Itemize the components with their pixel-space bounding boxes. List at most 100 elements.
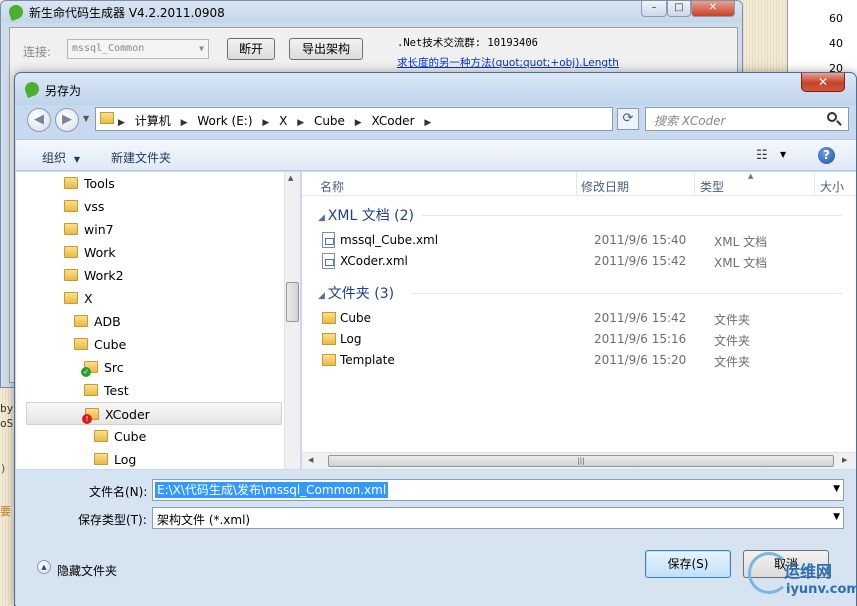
file-row[interactable]: Log 2011/9/6 15:16 文件夹 <box>302 329 842 350</box>
tree-item-label: vss <box>84 199 105 214</box>
refresh-icon[interactable]: ⟳ <box>617 108 639 130</box>
breadcrumb-item[interactable]: X <box>279 114 287 128</box>
hide-folders-link[interactable]: 隐藏文件夹 <box>57 562 117 579</box>
net-group-text: .Net技术交流群: 10193406 <box>397 37 539 49</box>
watermark-text: 运维网 <box>784 562 833 581</box>
filetype-label: 保存类型(T): <box>78 513 147 527</box>
bg-fragment: ) <box>0 462 7 475</box>
disconnect-button[interactable]: 断开 <box>227 38 275 60</box>
help-icon[interactable]: ? <box>818 147 835 164</box>
file-name: Template <box>340 353 395 367</box>
dialog-titlebar[interactable]: 另存为 ✕ <box>15 73 856 105</box>
back-arrow-icon[interactable]: ◀ <box>27 108 51 132</box>
search-icon[interactable] <box>827 112 837 122</box>
connection-select[interactable]: mssql_Common ▼ <box>67 39 209 59</box>
tree-item[interactable]: ADB <box>16 310 282 333</box>
chevron-down-icon[interactable]: ▼ <box>780 150 786 159</box>
forward-arrow-icon[interactable]: ▶ <box>55 108 79 132</box>
column-separator[interactable] <box>694 172 695 196</box>
xml-file-icon <box>322 232 335 248</box>
scroll-left-icon[interactable]: ◀ <box>308 456 313 464</box>
chart-tick: 60 <box>829 12 843 25</box>
length-method-link[interactable]: 求长度的另一种方法(quot;quot;+obj).Length <box>397 55 619 70</box>
tree-item[interactable]: Test <box>16 379 282 402</box>
tree-item-label: win7 <box>84 222 114 237</box>
tree-item[interactable]: Work2 <box>16 264 282 287</box>
search-input[interactable]: 搜索 XCoder <box>645 107 849 131</box>
chevron-down-icon: ▼ <box>833 512 840 522</box>
background-chart-panel: 60 40 20 <box>787 0 857 80</box>
filetype-select[interactable]: 架构文件 (*.xml) ▼ <box>152 507 844 529</box>
scroll-right-icon[interactable]: ▶ <box>842 456 847 464</box>
filename-field[interactable]: E:\X\代码生成\发布\mssql_Common.xml ▼ <box>152 479 844 501</box>
folder-icon <box>84 384 98 396</box>
column-name[interactable]: 名称 <box>320 178 344 195</box>
file-row[interactable]: Cube 2011/9/6 15:42 文件夹 <box>302 308 842 329</box>
file-name: Log <box>340 332 362 346</box>
tree-item-label: Work <box>84 245 116 260</box>
tree-item[interactable]: win7 <box>16 218 282 241</box>
list-horizontal-scrollbar[interactable]: ◀ ||| ▶ <box>302 452 856 469</box>
horizontal-scroll-thumb[interactable]: ||| <box>328 455 834 467</box>
collapse-folders-icon[interactable]: ▲ <box>37 560 51 574</box>
tree-scroll-thumb[interactable] <box>286 282 299 322</box>
folder-icon <box>94 430 108 442</box>
file-type: 文件夹 <box>714 313 751 327</box>
tree-scrollbar[interactable]: ▲ <box>284 172 300 469</box>
organize-menu[interactable]: 组织 ▼ <box>42 149 80 166</box>
file-type: 文件夹 <box>714 355 751 369</box>
tree-item-label: Log <box>114 452 137 467</box>
tree-item[interactable]: ! XCoder <box>26 402 282 425</box>
xml-file-icon <box>322 253 335 269</box>
watermark-url: iyunv.com <box>786 582 857 597</box>
group-header-label: XML 文档 (2) <box>327 208 414 224</box>
connection-value: mssql_Common <box>72 43 145 54</box>
column-separator[interactable] <box>814 172 815 196</box>
group-header[interactable]: ◢ 文件夹 (3) <box>318 283 394 303</box>
column-type[interactable]: 类型 <box>700 178 724 195</box>
tree-item[interactable]: vss <box>16 195 282 218</box>
collapse-arrow-icon: ◢ <box>318 291 328 301</box>
tree-item[interactable]: Work <box>16 241 282 264</box>
tree-item-label: Src <box>104 360 124 375</box>
save-button[interactable]: 保存(S) <box>645 550 731 578</box>
export-schema-button[interactable]: 导出架构 <box>289 38 363 60</box>
error-badge-icon: ! <box>82 414 92 424</box>
breadcrumb-item[interactable]: 计算机 <box>135 114 171 128</box>
maximize-button[interactable]: □ <box>667 1 691 17</box>
column-size[interactable]: 大小 <box>820 178 844 195</box>
view-options-icon[interactable]: ☷ <box>756 148 768 163</box>
bg-fragment: by <box>0 402 14 415</box>
new-folder-button[interactable]: 新建文件夹 <box>111 149 171 166</box>
tree-item[interactable]: Cube <box>16 333 282 356</box>
chevron-down-icon[interactable]: ▼ <box>833 484 840 494</box>
filename-label: 文件名(N): <box>89 485 148 499</box>
folder-icon <box>74 338 88 350</box>
folder-icon <box>322 354 336 366</box>
folder-icon <box>100 112 114 124</box>
tree-item-label: Cube <box>114 429 147 444</box>
chevron-down-icon: ▼ <box>73 155 80 164</box>
breadcrumb-item[interactable]: XCoder <box>372 114 415 128</box>
scroll-up-icon[interactable]: ▲ <box>288 174 293 182</box>
tree-item[interactable]: X <box>16 287 282 310</box>
history-chevron-icon[interactable]: ▼ <box>83 114 89 123</box>
generator-close-button[interactable]: ✕ <box>691 1 735 17</box>
dialog-close-button[interactable]: ✕ <box>801 73 845 92</box>
column-separator[interactable] <box>576 172 577 196</box>
column-modified[interactable]: 修改日期 <box>581 178 629 195</box>
file-row[interactable]: Template 2011/9/6 15:20 文件夹 <box>302 350 842 371</box>
file-row[interactable]: mssql_Cube.xml 2011/9/6 15:40 XML 文档 <box>302 230 842 251</box>
minimize-button[interactable]: – <box>641 1 667 17</box>
tree-item[interactable]: Log <box>16 448 282 471</box>
breadcrumb-item[interactable]: Cube <box>314 114 345 128</box>
file-row[interactable]: XCoder.xml 2011/9/6 15:42 XML 文档 <box>302 251 842 272</box>
tree-item[interactable]: Tools <box>16 172 282 195</box>
file-date: 2011/9/6 15:16 <box>594 332 687 346</box>
group-header[interactable]: ◢ XML 文档 (2) <box>318 205 414 225</box>
tree-item[interactable]: ✓ Src <box>16 356 282 379</box>
generator-titlebar[interactable]: 新生命代码生成器 V4.2.2011.0908 – □ ✕ <box>1 1 742 23</box>
tree-item[interactable]: Cube <box>16 425 282 448</box>
breadcrumb-item[interactable]: Work (E:) <box>197 114 252 128</box>
address-bar[interactable]: ▶ 计算机 ▶ Work (E:) ▶ X ▶ Cube ▶ XCoder ▶ … <box>95 107 686 131</box>
